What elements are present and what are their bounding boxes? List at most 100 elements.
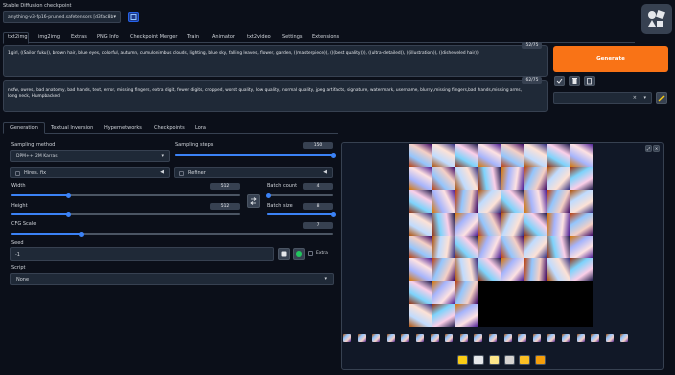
width-slider[interactable] <box>11 192 240 198</box>
tab-settings[interactable]: Settings <box>282 34 303 40</box>
batch-count-slider[interactable] <box>266 192 333 198</box>
slider-handle[interactable] <box>330 211 336 217</box>
thumbnail-image[interactable] <box>343 334 351 342</box>
random-seed-icon[interactable] <box>278 248 290 260</box>
thumbnail-image[interactable] <box>576 334 585 342</box>
thumbnail-image[interactable] <box>401 334 410 342</box>
seed-input[interactable]: -1 <box>10 247 274 261</box>
hires-fix-checkbox[interactable] <box>15 171 20 176</box>
save-icon[interactable] <box>473 355 484 365</box>
hires-fix-row[interactable]: Hires. fix ◀ <box>10 167 170 178</box>
cfg-scale-slider[interactable] <box>11 231 333 237</box>
cfg-scale-value[interactable]: 7 <box>303 222 333 229</box>
thumbnail-image[interactable] <box>372 334 381 342</box>
tab-img2img[interactable]: img2img <box>38 34 60 40</box>
tab-train[interactable]: Train <box>187 34 199 40</box>
thumbnail-image[interactable] <box>474 334 483 342</box>
refiner-checkbox[interactable] <box>179 171 184 176</box>
slider-fill <box>175 154 333 156</box>
sampling-steps-value[interactable]: 150 <box>303 142 333 149</box>
chevron-down-icon: ▾ <box>324 276 327 282</box>
thumbnail-strip <box>343 334 663 344</box>
thumbnail-image[interactable] <box>532 334 541 342</box>
tab-textual-inversion[interactable]: Textual Inversion <box>51 125 93 131</box>
output-image-grid[interactable] <box>409 144 593 327</box>
height-value[interactable]: 512 <box>210 203 240 210</box>
reuse-seed-icon[interactable] <box>293 248 305 260</box>
slider-handle[interactable] <box>79 231 85 237</box>
batch-count-value[interactable]: 4 <box>303 183 333 190</box>
tab-extensions[interactable]: Extensions <box>312 34 339 40</box>
clipboard-icon[interactable] <box>584 76 595 86</box>
tab-checkpoints[interactable]: Checkpoints <box>154 125 185 131</box>
thumbnail-image[interactable] <box>503 334 512 342</box>
thumbnail-image[interactable] <box>459 334 468 342</box>
chevron-down-icon: ▾ <box>113 14 116 20</box>
thumbnail-image[interactable] <box>489 334 497 342</box>
tab-extras[interactable]: Extras <box>71 34 87 40</box>
trash-icon[interactable] <box>569 76 580 86</box>
batch-count-label: Batch count <box>267 183 298 189</box>
grid-image-tile <box>501 212 524 236</box>
read-params-icon[interactable] <box>554 76 565 86</box>
send-to-extras-icon[interactable] <box>535 355 546 365</box>
tab-txt2video[interactable]: txt2video <box>247 34 271 40</box>
tab-hypernetworks[interactable]: Hypernetworks <box>104 125 142 131</box>
thumbnail-image[interactable] <box>386 334 395 342</box>
thumbnail-image[interactable] <box>430 334 439 342</box>
grid-image-tile <box>547 258 570 282</box>
sampling-steps-slider[interactable] <box>175 152 336 158</box>
prompt-input[interactable]: 1girl, ((Sailor fuku)), brown hair, blue… <box>3 45 548 77</box>
styles-dropdown[interactable]: × ▾ <box>553 92 652 104</box>
tab-animator[interactable]: Animator <box>212 34 235 40</box>
extra-seed-checkbox[interactable] <box>308 251 313 256</box>
refiner-row[interactable]: Refiner ◀ <box>174 167 333 178</box>
expand-icon[interactable]: ⤢ <box>645 145 652 152</box>
thumbnail-image[interactable] <box>605 334 614 342</box>
thumbnail-image[interactable] <box>620 334 629 342</box>
cfg-scale-label: CFG Scale <box>11 221 37 227</box>
grid-image-tile <box>455 304 478 327</box>
edit-styles-icon[interactable] <box>656 92 667 104</box>
thumbnail-image[interactable] <box>518 334 527 342</box>
height-slider[interactable] <box>11 211 240 217</box>
grid-image-tile <box>455 144 478 167</box>
thumbnail-image[interactable] <box>591 334 600 342</box>
grid-image-tile <box>570 166 593 190</box>
grid-image-tile <box>524 258 547 282</box>
thumbnail-image[interactable] <box>357 334 366 342</box>
tab-lora[interactable]: Lora <box>195 125 206 131</box>
open-folder-icon[interactable] <box>457 355 468 365</box>
grid-image-tile <box>432 144 455 167</box>
swap-dimensions-icon[interactable] <box>247 194 260 208</box>
tab-checkpoint-merger[interactable]: Checkpoint Merger <box>130 34 177 40</box>
thumbnail-image[interactable] <box>562 334 570 342</box>
thumbnail-image[interactable] <box>445 334 454 342</box>
sampling-method-label: Sampling method <box>11 142 56 148</box>
sampling-method-dropdown[interactable]: DPM++ 2M Karras ▾ <box>10 150 170 162</box>
image-grid-tiles <box>409 144 593 327</box>
width-value[interactable]: 512 <box>210 183 240 190</box>
batch-size-label: Batch size <box>267 203 293 209</box>
zip-icon[interactable] <box>489 355 500 365</box>
generate-button[interactable]: Generate <box>553 46 668 72</box>
thumbnail-image[interactable] <box>416 334 424 342</box>
tab-png-info[interactable]: PNG Info <box>97 34 119 40</box>
checkpoint-dropdown[interactable]: anything-v3-fp16-pruned.safetensors [d3f… <box>3 11 121 23</box>
slider-handle[interactable] <box>330 152 336 158</box>
send-to-img2img-icon[interactable] <box>504 355 515 365</box>
batch-size-value[interactable]: 8 <box>303 203 333 210</box>
refresh-icon[interactable] <box>128 12 139 22</box>
script-dropdown[interactable]: None ▾ <box>10 273 334 285</box>
batch-size-slider[interactable] <box>267 211 336 217</box>
slider-fill <box>11 194 69 196</box>
clear-icon[interactable]: × <box>633 95 637 101</box>
slider-handle[interactable] <box>65 192 71 198</box>
tab-generation[interactable]: Generation <box>10 125 38 131</box>
send-to-inpaint-icon[interactable] <box>519 355 530 365</box>
thumbnail-image[interactable] <box>547 334 556 342</box>
tab-txt2img[interactable]: txt2img <box>8 34 28 40</box>
close-icon[interactable]: × <box>653 145 660 152</box>
slider-handle[interactable] <box>65 211 71 217</box>
negative-prompt-input[interactable]: nsfw, owres, bad anatomy, bad hands, tex… <box>3 80 548 112</box>
